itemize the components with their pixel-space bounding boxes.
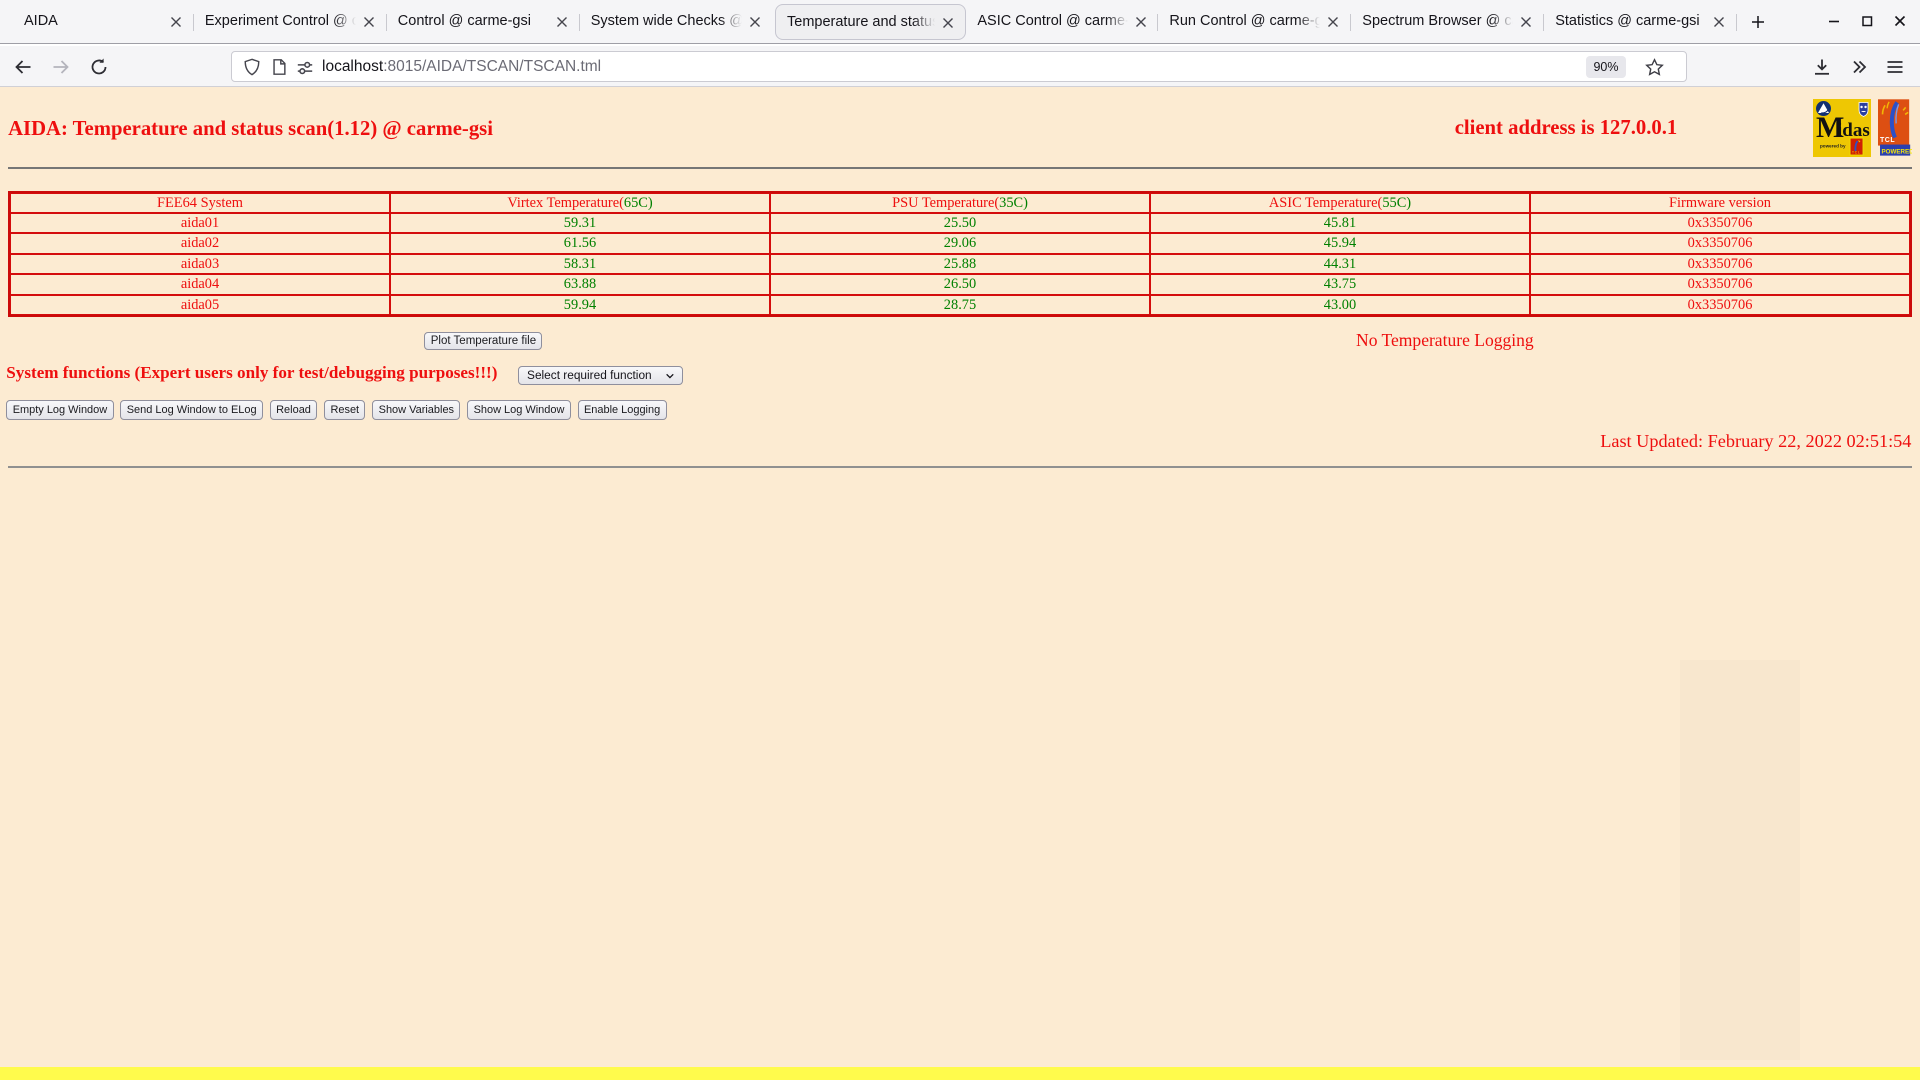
- svg-text:TCL: TCL: [1880, 137, 1895, 144]
- svg-text:POWERED: POWERED: [1882, 149, 1912, 156]
- svg-text:T C L: T C L: [1852, 151, 1860, 155]
- svg-text:powered by: powered by: [1820, 144, 1846, 149]
